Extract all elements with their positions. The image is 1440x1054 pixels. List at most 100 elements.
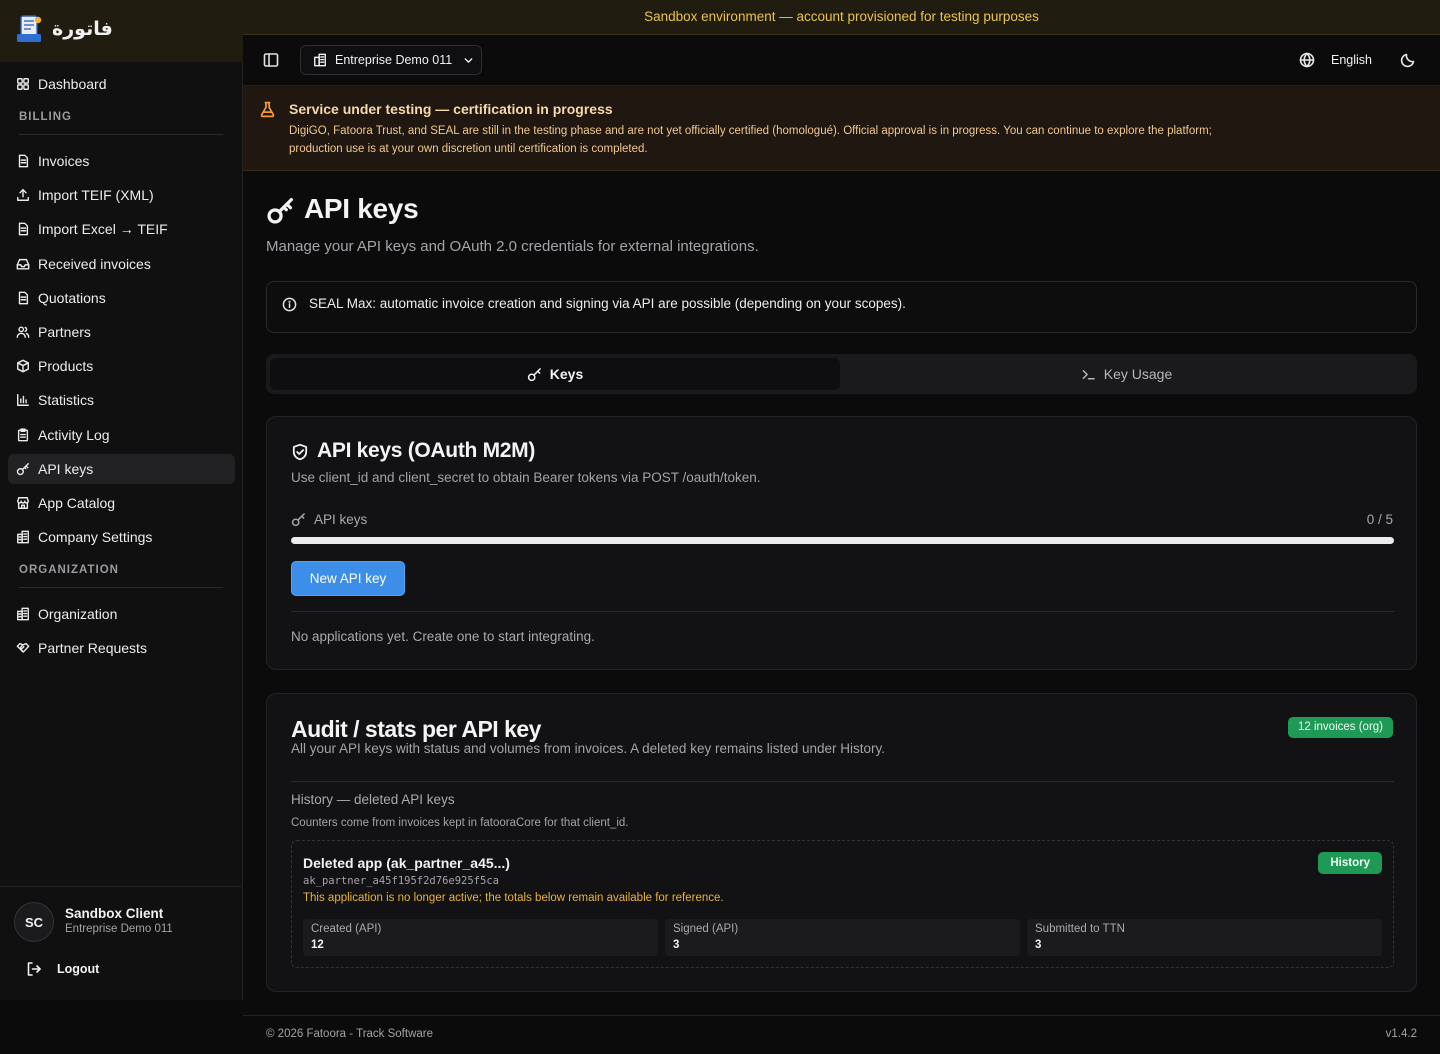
package-icon [17,359,29,373]
theme-toggle-button[interactable] [1400,52,1416,68]
card-divider [291,611,1394,612]
sidebar-item-organization[interactable]: Organization [8,599,235,629]
inbox-icon [16,258,30,270]
handshake-icon [16,642,30,653]
history-badge: History [1318,852,1382,874]
user-block[interactable]: SC Sandbox Client Entreprise Demo 011 Lo… [0,886,243,1000]
stat-label: Signed (API) [673,923,739,935]
deleted-key-entry: Deleted app (ak_partner_a45...) ak_partn… [291,840,1394,968]
sidebar-item-activity-log[interactable]: Activity Log [8,420,235,450]
language-selector[interactable]: English [1331,53,1372,67]
sandbox-banner: Sandbox environment — account provisione… [243,0,1440,35]
sidebar-item-label: Dashboard [38,76,107,92]
history-note: Counters come from invoices kept in fato… [291,817,629,829]
sidebar-item-label: Import TEIF (XML) [38,187,154,203]
stat-label: Created (API) [311,923,382,935]
sidebar-item-invoices[interactable]: Invoices [8,146,235,176]
sidebar-item-label: Statistics [38,392,95,408]
brand: فاتورة [0,0,243,62]
sidebar-item-label: Import Excel → TEIF [38,221,168,237]
usage-progress-bar [291,537,1394,544]
section-organization: ORGANIZATION [19,564,119,576]
building-icon [17,607,29,621]
stat-value: 3 [673,939,680,951]
sidebar-item-import-teif[interactable]: Import TEIF (XML) [8,180,235,210]
card-subtitle: Use client_id and client_secret to obtai… [291,470,761,485]
chevron-down-icon [464,57,473,63]
card-subtitle: All your API keys with status and volume… [291,741,886,756]
brand-name: فاتورة [52,18,113,40]
stat-submitted: Submitted to TTN 3 [1027,919,1382,956]
info-icon [282,297,297,312]
avatar: SC [14,902,54,942]
copyright: © 2026 Fatoora - Track Software [266,1028,433,1040]
sidebar-item-label: Activity Log [38,427,110,443]
tab-key-usage[interactable]: Key Usage [840,358,1413,390]
sidebar-item-received-invoices[interactable]: Received invoices [8,249,235,279]
sidebar-item-statistics[interactable]: Statistics [8,385,235,415]
sidebar-item-label: Quotations [38,290,106,306]
store-icon [17,497,29,509]
sidebar: فاتورة Dashboard BILLING Invoices Import… [0,0,243,1000]
info-text: SEAL Max: automatic invoice creation and… [309,296,906,311]
new-api-key-button[interactable]: New API key [291,561,405,596]
grid-icon [17,78,29,90]
deleted-client-id: ak_partner_a45f195f2d76e925f5ca [303,875,499,887]
sidebar-item-label: Organization [38,606,118,622]
section-divider [19,134,223,135]
sidebar-item-partners[interactable]: Partners [8,317,235,347]
clipboard-icon [17,428,29,442]
info-callout: SEAL Max: automatic invoice creation and… [266,281,1417,333]
building-icon [314,53,326,67]
sidebar-item-label: Invoices [38,153,90,169]
terminal-icon [1082,369,1095,379]
sidebar-item-api-keys[interactable]: API keys [8,454,235,484]
warning-text: DigiGO, Fatoora Trust, and SEAL are stil… [289,125,1212,155]
sidebar-item-label: Products [38,358,94,374]
sidebar-toggle-button[interactable] [263,52,279,68]
sidebar-item-products[interactable]: Products [8,351,235,381]
company-selector[interactable]: Entreprise Demo 011 [300,45,482,75]
tab-label: Key Usage [1103,366,1173,382]
usage-label: API keys [314,512,368,527]
sidebar-item-dashboard[interactable]: Dashboard [8,69,235,99]
sidebar-item-import-excel[interactable]: Import Excel → TEIF [8,214,235,244]
users-icon [16,326,30,338]
warning-title: Service under testing — certification in… [289,101,613,117]
certification-warning: Service under testing — certification in… [243,86,1440,171]
sidebar-item-partner-requests[interactable]: Partner Requests [8,633,235,663]
stat-label: Submitted to TTN [1035,923,1125,935]
user-name: Sandbox Client [65,906,164,921]
document-icon [18,154,29,168]
card-title: Audit / stats per API key [291,716,541,742]
tab-label: Keys [549,366,584,382]
bar-chart-icon [17,394,29,406]
tab-keys[interactable]: Keys [270,358,840,390]
key-icon [527,367,541,381]
invoice-count-badge: 12 invoices (org) [1287,717,1393,738]
sidebar-item-label: Partner Requests [38,640,147,656]
usage-count: 0 / 5 [1366,512,1393,527]
key-icon [291,513,305,527]
invoice-logo-icon [17,15,42,42]
moon-icon [1400,53,1415,68]
shield-check-icon [292,443,308,461]
logout-button[interactable]: Logout [26,961,99,977]
document-icon [18,291,29,305]
stat-value: 12 [311,939,324,951]
deleted-warning: This application is no longer active; th… [303,892,724,904]
document-icon [18,222,29,236]
oauth-keys-card: API keys (OAuth M2M) Use client_id and c… [266,416,1417,670]
page-subtitle: Manage your API keys and OAuth 2.0 crede… [266,238,759,255]
sidebar-item-quotations[interactable]: Quotations [8,283,235,313]
upload-icon [17,189,29,201]
section-divider [19,587,223,588]
deleted-app-name: Deleted app (ak_partner_a45...) [303,855,510,871]
sidebar-item-label: Received invoices [38,256,151,272]
sidebar-item-app-catalog[interactable]: App Catalog [8,488,235,518]
globe-icon[interactable] [1299,52,1315,68]
sidebar-item-company-settings[interactable]: Company Settings [8,522,235,552]
panel-left-icon [263,53,279,67]
page-title: API keys [304,193,419,224]
sidebar-item-label: App Catalog [38,495,116,511]
